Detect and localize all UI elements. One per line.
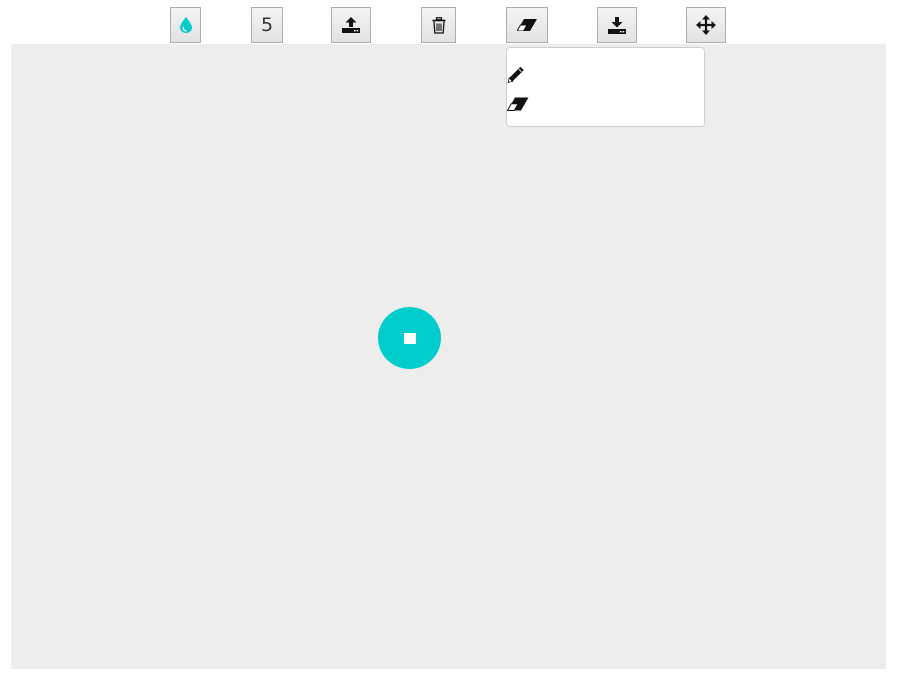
- trash-icon: [432, 16, 446, 34]
- move-arrows-icon: [696, 15, 716, 35]
- clear-canvas-button[interactable]: [421, 7, 456, 43]
- eraser-icon: [517, 19, 537, 31]
- drawing-canvas[interactable]: [11, 44, 886, 669]
- upload-icon: [341, 17, 361, 33]
- brush-cursor-center: [403, 332, 416, 344]
- move-button[interactable]: [686, 7, 726, 43]
- water-drop-icon: [179, 17, 192, 33]
- eraser-icon: [507, 97, 529, 111]
- tool-menu-item-eraser[interactable]: [507, 90, 704, 118]
- download-button[interactable]: [597, 7, 637, 43]
- pencil-icon: [507, 66, 525, 83]
- tool-menu-item-pencil[interactable]: [507, 60, 704, 88]
- brush-cursor: [378, 307, 441, 369]
- tool-dropdown-menu: [506, 47, 705, 127]
- download-icon: [607, 16, 627, 34]
- color-picker-button[interactable]: [170, 7, 201, 43]
- brush-size-button[interactable]: 5: [251, 7, 283, 43]
- upload-button[interactable]: [331, 7, 371, 43]
- brush-size-value: 5: [260, 14, 274, 36]
- tool-select-button[interactable]: [506, 7, 548, 43]
